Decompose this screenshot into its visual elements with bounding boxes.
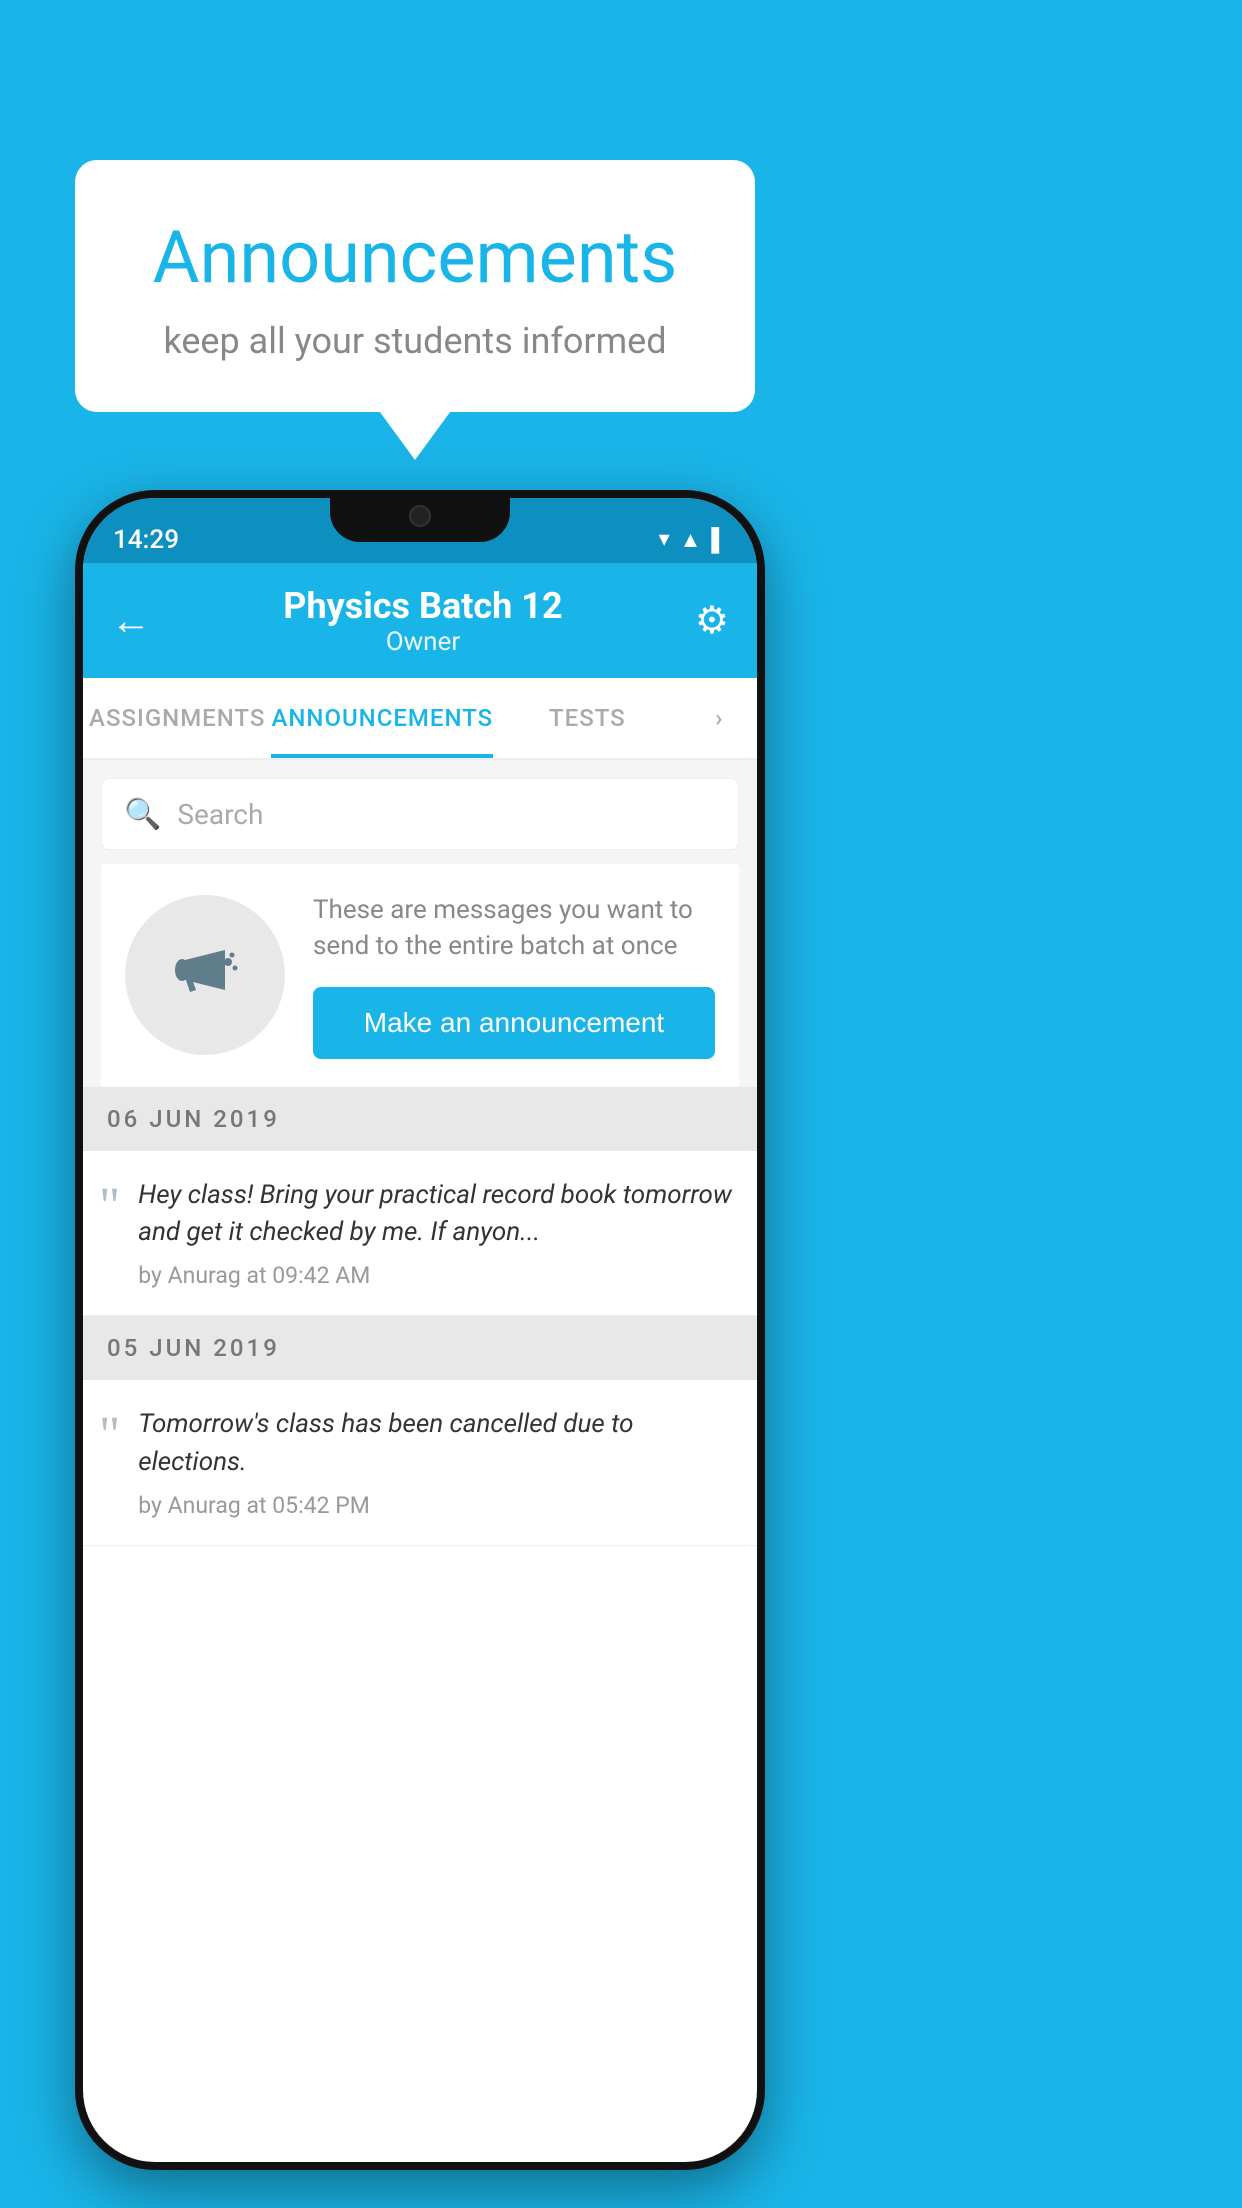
phone-mockup: 14:29 ▾ ▲ ▌ ← Physics Batch 12 Owner ⚙ [75, 490, 765, 2170]
header-center: Physics Batch 12 Owner [283, 585, 562, 657]
announcement-empty-state: These are messages you want to send to t… [101, 864, 739, 1087]
tab-bar: ASSIGNMENTS ANNOUNCEMENTS TESTS › [83, 678, 757, 760]
status-time: 14:29 [113, 525, 179, 555]
page-subtitle: keep all your students informed [135, 320, 695, 362]
speech-bubble: Announcements keep all your students inf… [75, 160, 755, 412]
search-input[interactable]: Search [177, 798, 263, 831]
announcement-meta-1: by Anurag at 09:42 AM [138, 1262, 735, 1289]
announcement-icon-circle [125, 895, 285, 1055]
announcement-right-panel: These are messages you want to send to t… [313, 892, 715, 1059]
announcement-text-1: Hey class! Bring your practical record b… [138, 1177, 735, 1289]
announcement-meta-2: by Anurag at 05:42 PM [138, 1492, 735, 1519]
front-camera [409, 505, 431, 527]
search-bar[interactable]: 🔍 Search [101, 778, 739, 850]
header-subtitle: Owner [283, 627, 562, 657]
megaphone-icon [160, 930, 250, 1020]
announcement-message-1: Hey class! Bring your practical record b… [138, 1177, 735, 1252]
announcement-text-2: Tomorrow's class has been cancelled due … [138, 1406, 735, 1518]
quote-icon-2: " [99, 1410, 120, 1462]
announcement-item-2[interactable]: " Tomorrow's class has been cancelled du… [83, 1380, 757, 1545]
tab-announcements[interactable]: ANNOUNCEMENTS [271, 678, 493, 758]
search-icon: 🔍 [124, 797, 161, 832]
tab-assignments[interactable]: ASSIGNMENTS [83, 678, 271, 758]
signal-icon: ▲ [680, 527, 702, 553]
make-announcement-button[interactable]: Make an announcement [313, 987, 715, 1059]
phone-notch [330, 490, 510, 542]
announcement-item-1[interactable]: " Hey class! Bring your practical record… [83, 1151, 757, 1316]
app-header: ← Physics Batch 12 Owner ⚙ [83, 563, 757, 678]
page-title: Announcements [135, 215, 695, 300]
tab-tests[interactable]: TESTS [493, 678, 681, 758]
phone-frame: 14:29 ▾ ▲ ▌ ← Physics Batch 12 Owner ⚙ [75, 490, 765, 2170]
announcement-message-2: Tomorrow's class has been cancelled due … [138, 1406, 735, 1481]
back-button[interactable]: ← [111, 597, 151, 644]
date-separator-1: 06 JUN 2019 [83, 1087, 757, 1151]
wifi-icon: ▾ [659, 527, 670, 552]
phone-screen: 14:29 ▾ ▲ ▌ ← Physics Batch 12 Owner ⚙ [83, 498, 757, 2162]
settings-icon[interactable]: ⚙ [695, 598, 729, 643]
quote-icon-1: " [99, 1181, 120, 1233]
content-area: 🔍 Search [83, 760, 757, 1546]
announcement-description: These are messages you want to send to t… [313, 892, 715, 965]
date-separator-2: 05 JUN 2019 [83, 1316, 757, 1380]
tab-more[interactable]: › [682, 678, 757, 758]
speech-bubble-container: Announcements keep all your students inf… [75, 160, 755, 412]
battery-icon: ▌ [711, 527, 727, 553]
status-icons: ▾ ▲ ▌ [659, 527, 727, 553]
header-title: Physics Batch 12 [283, 585, 562, 627]
